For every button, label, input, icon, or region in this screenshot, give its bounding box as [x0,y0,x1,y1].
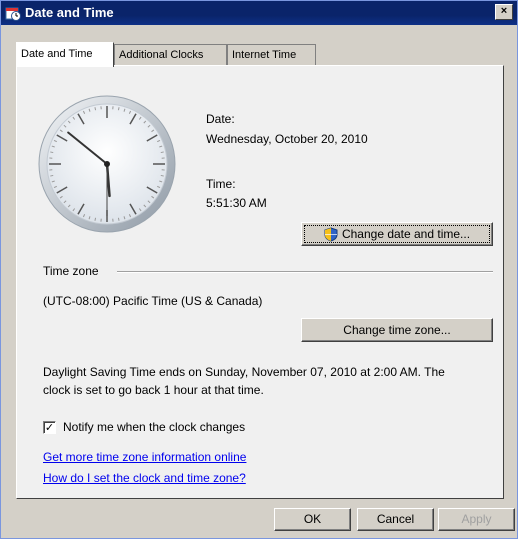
check-icon: ✓ [44,421,55,434]
calendar-clock-icon [5,7,21,21]
close-icon: × [500,5,508,17]
ok-button[interactable]: OK [274,508,351,531]
cancel-label: Cancel [376,512,415,526]
analog-clock [38,95,176,233]
cancel-button[interactable]: Cancel [357,508,434,531]
tab-internet-time[interactable]: Internet Time [227,44,316,65]
apply-label: Apply [461,512,492,526]
how-to-set-clock-link[interactable]: How do I set the clock and time zone? [43,471,246,485]
minute-tick [117,217,120,221]
dst-notice-line-2: clock is set to go back 1 hour at that t… [43,383,264,397]
timezone-separator [117,271,493,273]
tab-panel: Date: Wednesday, October 20, 2010 Time: … [16,65,504,499]
date-time-dialog: Date and Time × Date and Time Additional… [0,0,518,539]
minute-tick [94,217,97,221]
date-label: Date: [206,112,235,126]
change-date-time-label: Change date and time... [341,227,471,241]
minute-tick [117,107,120,111]
close-button[interactable]: × [495,4,513,20]
tab-date-and-time[interactable]: Date and Time [16,42,114,67]
ok-label: OK [303,512,322,526]
minute-tick [50,151,54,154]
title-bar[interactable]: Date and Time × [1,1,517,25]
apply-button: Apply [438,508,515,531]
timezone-info-link[interactable]: Get more time zone information online [43,450,246,464]
timezone-value: (UTC-08:00) Pacific Time (US & Canada) [43,294,263,308]
change-date-time-button[interactable]: Change date and time... [301,222,493,246]
minute-tick [160,174,164,177]
minute-tick [160,151,164,154]
date-value: Wednesday, October 20, 2010 [206,132,368,146]
window-title: Date and Time [25,5,114,20]
dst-notice-line-1: Daylight Saving Time ends on Sunday, Nov… [43,365,445,379]
tab-label: Additional Clocks [119,49,204,61]
time-label: Time: [206,177,236,191]
notify-checkbox[interactable]: ✓ [43,421,56,434]
notify-label[interactable]: Notify me when the clock changes [63,420,245,434]
clock-center [104,161,110,167]
tab-label: Internet Time [232,49,297,61]
minute-tick [94,107,97,111]
uac-shield-icon [324,227,338,242]
minute-tick [50,174,54,177]
change-time-zone-label: Change time zone... [343,323,451,337]
change-time-zone-button[interactable]: Change time zone... [301,318,493,342]
timezone-section-label: Time zone [43,264,99,278]
time-value: 5:51:30 AM [206,196,267,210]
tab-label: Date and Time [21,48,93,60]
tab-additional-clocks[interactable]: Additional Clocks [114,44,227,65]
